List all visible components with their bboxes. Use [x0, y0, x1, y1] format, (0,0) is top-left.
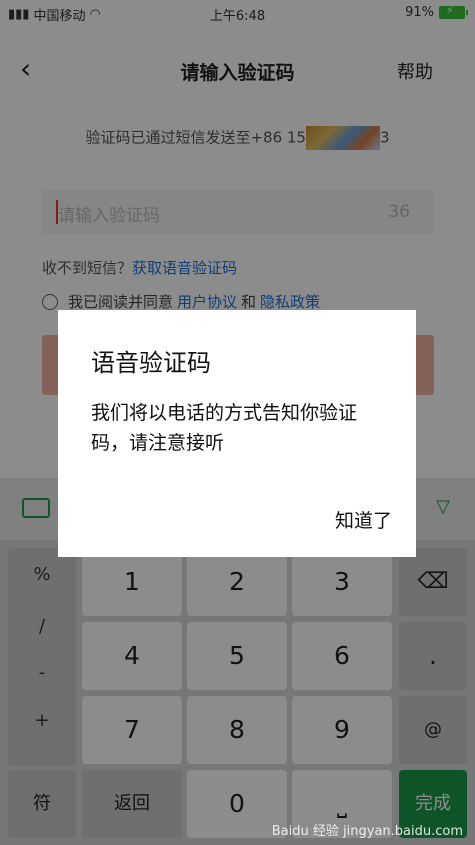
dialog-title: 语音验证码 [91, 349, 211, 377]
watermark: Baidu 经验 jingyan.baidu.com [271, 824, 463, 839]
voice-code-dialog: 语音验证码 我们将以电话的方式告知你验证码，请注意接听 知道了 [58, 310, 416, 557]
dialog-body: 我们将以电话的方式告知你验证码，请注意接听 [91, 402, 358, 454]
dialog-ok-button[interactable]: 知道了 [335, 506, 392, 533]
